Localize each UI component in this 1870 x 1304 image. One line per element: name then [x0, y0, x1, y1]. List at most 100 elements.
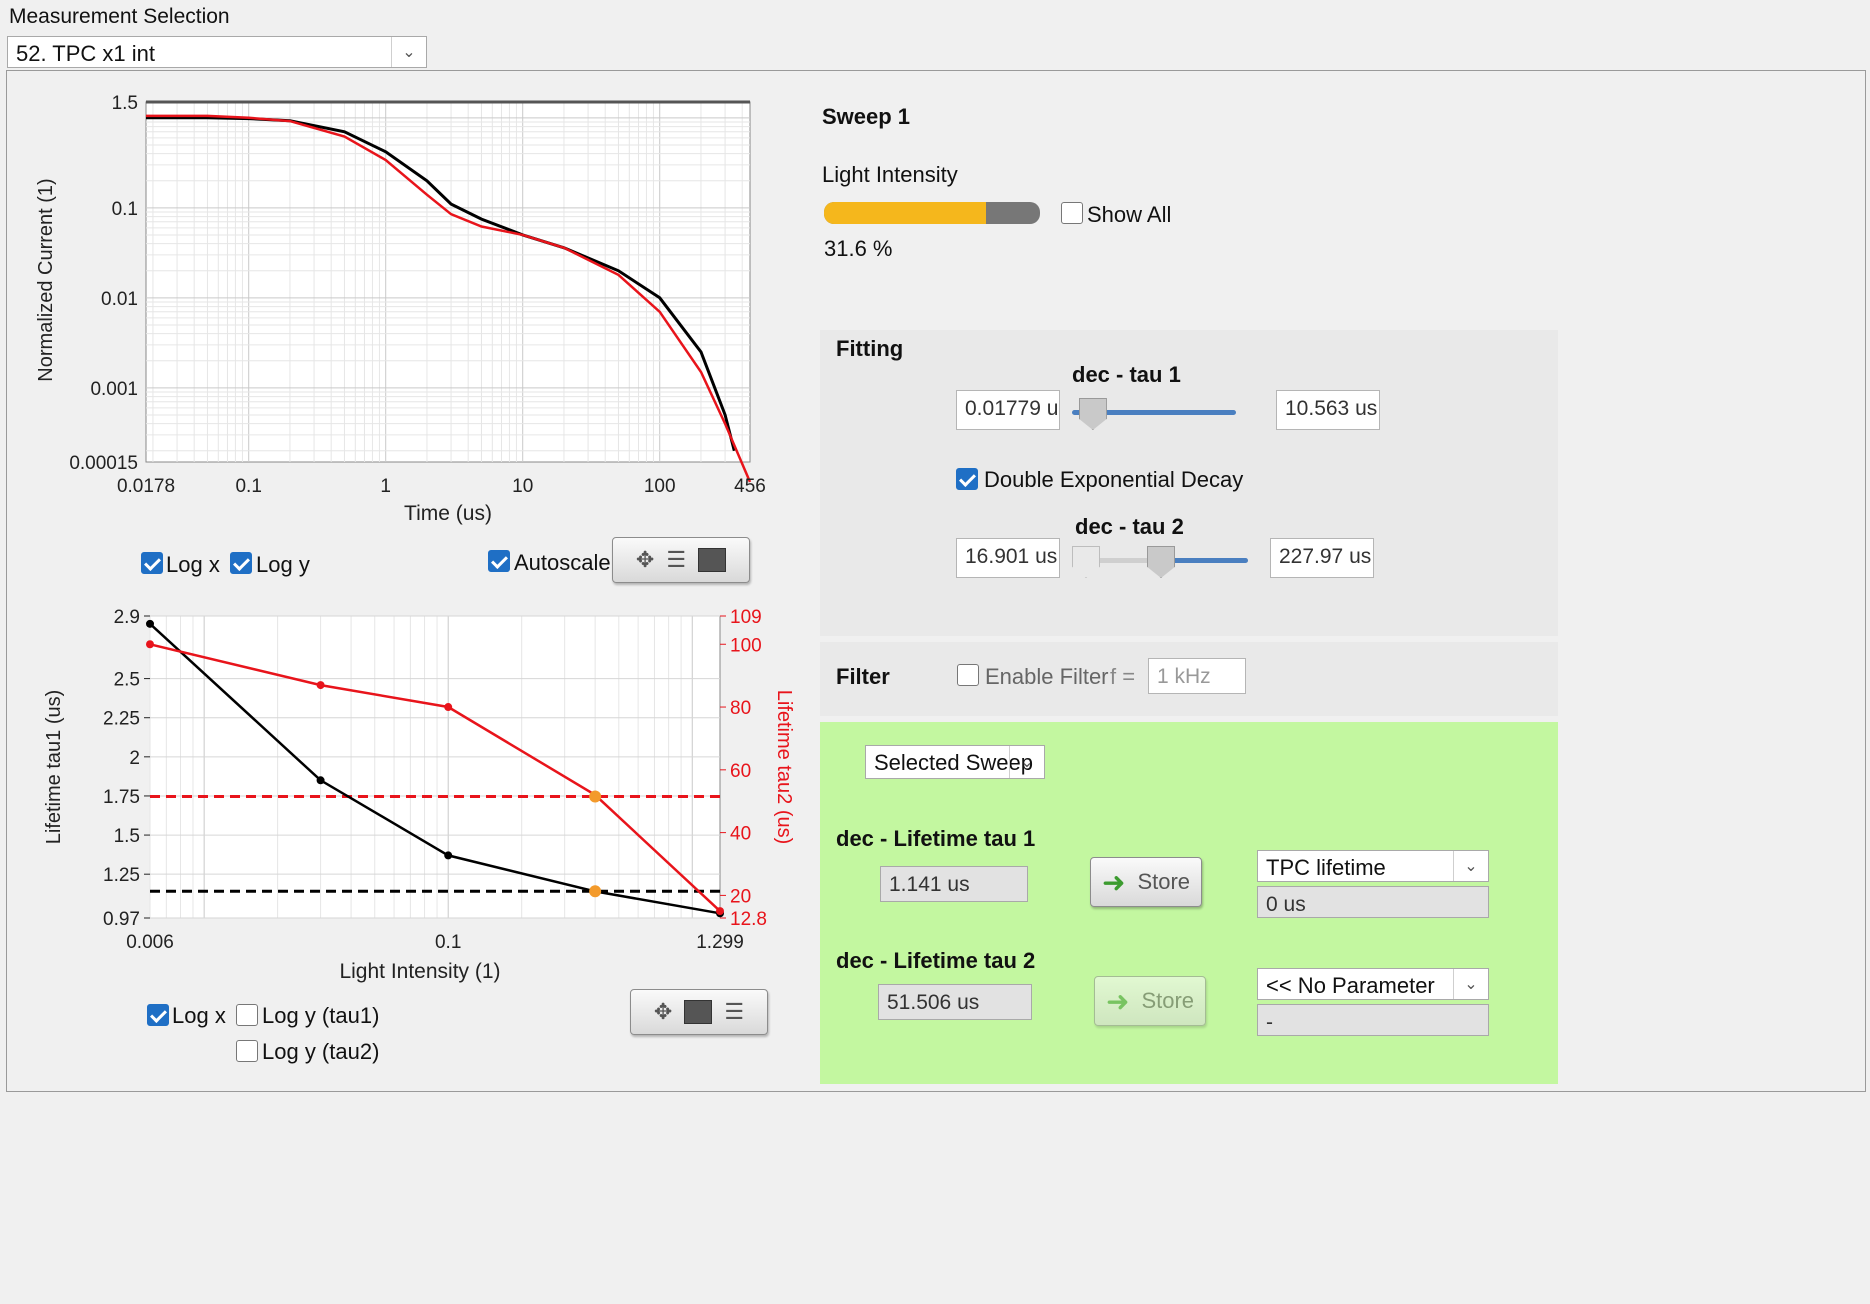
double-exp-label: Double Exponential Decay	[984, 467, 1244, 492]
chevron-down-icon: ⌄	[1453, 969, 1488, 999]
tau2-point	[316, 681, 325, 690]
tau2-param-value-field: -	[1257, 1004, 1489, 1036]
plot2-logx-checkbox[interactable]	[147, 1004, 169, 1026]
light-intensity-bar[interactable]	[824, 202, 1040, 224]
enable-filter-label: Enable Filter	[985, 664, 1109, 689]
x-tick-label: 0.0178	[117, 476, 175, 497]
selected-sweep-marker	[589, 885, 602, 898]
tau1-slider[interactable]	[1072, 398, 1236, 430]
plot1-logx-label: Log x	[166, 552, 220, 577]
tau2-result-field: 51.506 us	[878, 984, 1032, 1020]
sweep-title: Sweep 1	[822, 104, 911, 129]
store-tau2-button[interactable]: ➜ Store	[1094, 976, 1206, 1026]
tau1-point	[146, 619, 154, 628]
zoom-icon[interactable]: ☰	[724, 999, 744, 1025]
tau2-param-value: << No Parameter	[1266, 973, 1435, 998]
tau2-point	[444, 703, 453, 712]
tau2-min-field[interactable]: 16.901 us	[956, 538, 1060, 578]
y-tick-label: 2	[129, 748, 140, 769]
light-intensity-label: Light Intensity	[822, 162, 958, 187]
autoscale-checkbox[interactable]	[488, 550, 510, 572]
plot1-logy-label: Log y	[256, 552, 310, 577]
chevron-down-icon: ⌄	[1453, 851, 1488, 881]
crosshair-icon[interactable]: ✥	[654, 999, 672, 1025]
tau1-slider-thumb[interactable]	[1078, 398, 1107, 430]
decay-plot-x-ticks: 0.0178 0.1 1 10 100 456	[117, 476, 766, 497]
tau2-slider[interactable]	[1072, 546, 1248, 578]
selected-sweep-marker	[589, 790, 602, 803]
tau1-point	[444, 851, 453, 860]
x-tick-label: 100	[644, 476, 676, 497]
decay-plot-ylabel: Normalized Current (1)	[35, 178, 57, 381]
y2-tick-label: 12.8	[730, 909, 767, 930]
double-exp-checkbox[interactable]	[956, 468, 978, 490]
plot1-logy-checkbox[interactable]	[230, 552, 252, 574]
filter-f-label: f =	[1110, 664, 1136, 689]
plot1-graph-tools[interactable]: ✥ ☰	[612, 537, 750, 583]
x-tick-label: 1	[380, 476, 391, 497]
arrow-right-icon: ➜	[1101, 866, 1126, 898]
tau2-slider-thumb-high[interactable]	[1147, 546, 1175, 578]
logy-tau2-checkbox[interactable]	[236, 1040, 258, 1062]
x-tick-label: 0.006	[126, 932, 174, 953]
y-tick-label: 0.01	[101, 289, 138, 310]
measurement-select-value: 52. TPC x1 int	[16, 41, 155, 66]
tau2-slider-title: dec - tau 2	[1075, 514, 1184, 539]
zoom-icon[interactable]: ☰	[666, 547, 686, 573]
logy-tau1-checkbox[interactable]	[236, 1004, 258, 1026]
tau1-result-field: 1.141 us	[880, 866, 1028, 902]
measurement-select[interactable]: 52. TPC x1 int ⌄	[7, 36, 427, 68]
y2-tick-label: 109	[730, 607, 762, 628]
plot2-logx-label: Log x	[172, 1003, 226, 1028]
chevron-down-icon: ⌄	[1009, 746, 1044, 778]
x-tick-label: 456	[734, 476, 766, 497]
y-tick-label: 0.00015	[69, 453, 138, 474]
y-tick-label: 0.001	[90, 379, 138, 400]
lifetime-plot-x-ticks: 0.006 0.1 1.299	[126, 932, 744, 953]
tau1-param-value: TPC lifetime	[1266, 855, 1386, 880]
crosshair-icon[interactable]: ✥	[636, 547, 654, 573]
sweep-scope-select[interactable]: Selected Sweep ⌄	[865, 745, 1045, 779]
lifetime-plot[interactable]: 2.9 2.5 2.25 2 1.75 1.5 1.25 0.97 109 100 80 60 40 2…	[30, 600, 830, 1000]
y2-tick-label: 80	[730, 698, 751, 719]
pan-icon[interactable]	[684, 1000, 713, 1024]
tau1-min-field[interactable]: 0.01779 us	[956, 390, 1060, 430]
decay-plot-y-ticks: 1.5 0.1 0.01 0.001 0.00015	[69, 93, 138, 474]
decay-plot-xlabel: Time (us)	[404, 502, 492, 525]
tau2-slider-thumb-low[interactable]	[1072, 546, 1100, 578]
filter-title: Filter	[836, 664, 890, 689]
autoscale-label: Autoscale	[514, 550, 611, 575]
y-tick-label: 1.5	[114, 826, 140, 847]
chevron-down-icon: ⌄	[391, 37, 426, 67]
store-tau1-label: Store	[1137, 869, 1191, 894]
fitting-title: Fitting	[836, 336, 904, 361]
x-tick-label: 1.299	[696, 932, 744, 953]
logy-tau1-label: Log y (tau1)	[262, 1003, 380, 1028]
plot1-logx-checkbox[interactable]	[141, 552, 163, 574]
y-tick-label: 1.5	[112, 93, 138, 114]
y-tick-label: 2.9	[114, 607, 140, 628]
y2-tick-label: 100	[730, 635, 762, 656]
lifetime-plot-left-ticks: 2.9 2.5 2.25 2 1.75 1.5 1.25 0.97	[103, 607, 150, 930]
lifetime-plot-right-ticks: 109 100 80 60 40 2012.8	[720, 607, 767, 930]
enable-filter-checkbox[interactable]	[957, 664, 979, 686]
y-tick-label: 2.25	[103, 709, 140, 730]
pan-icon[interactable]	[698, 548, 727, 572]
tau1-max-field[interactable]: 10.563 us	[1276, 390, 1380, 430]
plot2-graph-tools[interactable]: ✥ ☰	[630, 989, 768, 1035]
tau1-param-select[interactable]: TPC lifetime ⌄	[1257, 850, 1489, 882]
lifetime-plot-ylabel-right: Lifetime tau2 (us)	[773, 690, 795, 845]
tau2-param-select[interactable]: << No Parameter ⌄	[1257, 968, 1489, 1000]
tau2-max-field[interactable]: 227.97 us	[1270, 538, 1374, 578]
y-tick-label: 0.97	[103, 909, 140, 930]
decay-plot[interactable]: 1.5 0.1 0.01 0.001 0.00015 0.0178 0.1 1 10 100 45…	[30, 80, 830, 540]
tau2-point	[716, 907, 724, 916]
tau1-slider-title: dec - tau 1	[1072, 362, 1181, 387]
filter-frequency-field[interactable]: 1 kHz	[1148, 658, 1246, 694]
store-tau1-button[interactable]: ➜ Store	[1090, 857, 1202, 907]
light-intensity-fill	[824, 202, 986, 224]
x-tick-label: 10	[512, 476, 533, 497]
show-all-checkbox[interactable]	[1061, 202, 1083, 224]
measurement-selection-label: Measurement Selection	[9, 5, 230, 28]
tau2-point	[146, 640, 154, 649]
